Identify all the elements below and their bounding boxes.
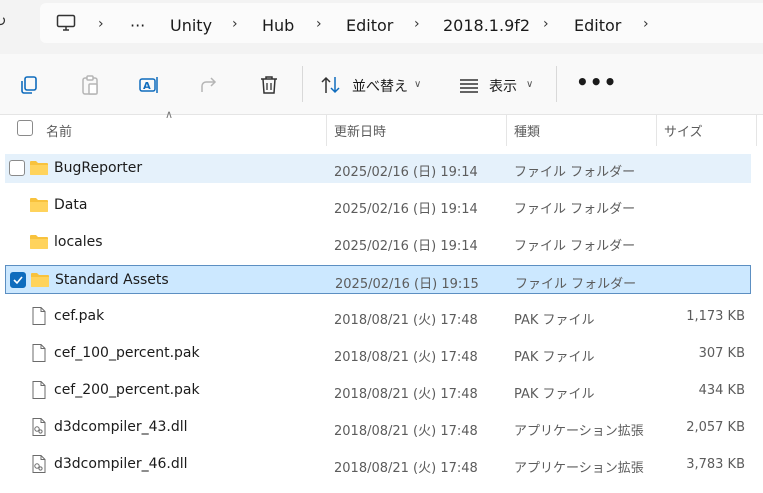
more-options-button[interactable]: ••• [576, 70, 617, 94]
paste-icon[interactable] [79, 74, 101, 96]
copy-icon[interactable] [18, 74, 40, 96]
file-type: PAK ファイル [514, 350, 595, 365]
file-row[interactable]: cef_100_percent.pak 2018/08/21 (火) 17:48 P… [5, 339, 751, 368]
chevron-down-icon: ∨ [526, 79, 534, 90]
file-modified: 2025/02/16 (日) 19:15 [335, 277, 479, 292]
breadcrumb-item-unity[interactable]: Unity [170, 16, 212, 35]
file-modified: 2018/08/21 (火) 17:48 [334, 387, 478, 402]
command-bar: A 並べ替え ∨ 表示 ∨ ••• [0, 54, 763, 115]
file-name: cef.pak [54, 308, 105, 324]
column-header-row: 名前 更新日時 種類 サイズ [0, 114, 763, 146]
file-icon [29, 307, 49, 325]
file-row[interactable]: d3dcompiler_43.dll 2018/08/21 (火) 17:48 アプ… [5, 413, 751, 442]
svg-text:A: A [143, 81, 151, 92]
row-checkbox[interactable] [9, 160, 25, 176]
file-name: d3dcompiler_46.dll [54, 456, 188, 472]
sort-button[interactable]: 並べ替え ∨ [314, 62, 432, 106]
file-icon [29, 344, 49, 362]
file-modified: 2025/02/16 (日) 19:14 [334, 165, 478, 180]
file-row[interactable]: cef.pak 2018/08/21 (火) 17:48 PAK ファイル 1,173… [5, 302, 751, 331]
file-size: 307 KB [698, 346, 745, 361]
file-type: ファイル フォルダー [514, 202, 636, 217]
toolbar-separator [302, 66, 303, 102]
file-size: 2,057 KB [686, 420, 745, 435]
file-modified: 2025/02/16 (日) 19:14 [334, 239, 478, 254]
sort-label: 並べ替え [352, 79, 408, 95]
file-type: アプリケーション拡張 [514, 424, 644, 439]
file-row[interactable]: locales 2025/02/16 (日) 19:14 ファイル フォルダー [5, 228, 751, 257]
delete-icon[interactable] [258, 74, 280, 96]
file-size: 434 KB [698, 383, 745, 398]
folder-icon [29, 233, 49, 251]
folder-icon [30, 271, 50, 289]
computer-icon[interactable] [56, 14, 76, 32]
file-row[interactable]: cef_200_percent.pak 2018/08/21 (火) 17:48 P… [5, 376, 751, 405]
file-row[interactable]: d3dcompiler_46.dll 2018/08/21 (火) 17:48 アプ… [5, 450, 751, 479]
file-modified: 2018/08/21 (火) 17:48 [334, 461, 478, 476]
address-bar[interactable]: › ··· Unity › Hub › Editor › 2018.1.9f2 … [40, 3, 763, 43]
toolbar-separator [556, 66, 557, 102]
chevron-right-icon[interactable]: › [643, 16, 649, 32]
chevron-down-icon: ∨ [414, 79, 422, 90]
column-divider[interactable] [326, 114, 327, 146]
folder-icon [29, 196, 49, 214]
file-modified: 2025/02/16 (日) 19:14 [334, 202, 478, 217]
file-name: cef_200_percent.pak [54, 382, 200, 398]
file-type: ファイル フォルダー [514, 165, 636, 180]
row-checkbox[interactable] [10, 272, 26, 288]
view-button[interactable]: 表示 ∨ [450, 62, 544, 106]
refresh-icon[interactable]: ↻ [0, 12, 12, 34]
file-modified: 2018/08/21 (火) 17:48 [334, 350, 478, 365]
breadcrumb-overflow[interactable]: ··· [130, 16, 145, 35]
dll-file-icon [29, 418, 49, 436]
sort-icon [321, 76, 340, 94]
breadcrumb-item-hub[interactable]: Hub [262, 16, 294, 35]
breadcrumb-item-editor[interactable]: Editor [346, 16, 393, 35]
chevron-right-icon: › [98, 16, 104, 32]
select-all-checkbox[interactable] [17, 120, 33, 136]
chevron-right-icon: › [543, 16, 549, 32]
file-modified: 2018/08/21 (火) 17:48 [334, 424, 478, 439]
column-divider[interactable] [656, 114, 657, 146]
file-size: 3,783 KB [686, 457, 745, 472]
chevron-right-icon: › [232, 16, 238, 32]
file-icon [29, 381, 49, 399]
folder-icon [29, 159, 49, 177]
dll-file-icon [29, 455, 49, 473]
column-header-type[interactable]: 種類 [514, 121, 540, 140]
file-type: PAK ファイル [514, 387, 595, 402]
view-list-icon [460, 79, 478, 93]
file-name: d3dcompiler_43.dll [54, 419, 188, 435]
address-bar-area: ↻ › ··· Unity › Hub › Editor › 2018.1.9f… [0, 0, 763, 54]
file-name: Data [54, 197, 88, 213]
file-size: 1,173 KB [686, 309, 745, 324]
column-header-name[interactable]: 名前 [46, 121, 72, 140]
chevron-right-icon: › [414, 16, 420, 32]
file-modified: 2018/08/21 (火) 17:48 [334, 313, 478, 328]
view-label: 表示 [489, 79, 517, 95]
share-icon[interactable] [198, 74, 220, 96]
column-divider[interactable] [506, 114, 507, 146]
file-type: ファイル フォルダー [515, 277, 637, 292]
file-type: アプリケーション拡張 [514, 461, 644, 476]
column-header-modified[interactable]: 更新日時 [334, 121, 386, 140]
rename-icon[interactable]: A [138, 74, 160, 96]
column-header-size[interactable]: サイズ [664, 121, 703, 140]
file-type: ファイル フォルダー [514, 239, 636, 254]
sort-ascending-icon: ∧ [165, 108, 174, 121]
column-divider[interactable] [756, 114, 757, 146]
chevron-right-icon: › [316, 16, 322, 32]
file-name: BugReporter [54, 160, 143, 176]
file-name: cef_100_percent.pak [54, 345, 200, 361]
file-row[interactable]: BugReporter 2025/02/16 (日) 19:14 ファイル フォルダ… [5, 154, 751, 183]
file-row[interactable]: Data 2025/02/16 (日) 19:14 ファイル フォルダー [5, 191, 751, 220]
breadcrumb-item-version[interactable]: 2018.1.9f2 [443, 16, 530, 35]
file-name: Standard Assets [55, 272, 169, 288]
file-type: PAK ファイル [514, 313, 595, 328]
breadcrumb-item-editor-current[interactable]: Editor [574, 16, 621, 35]
file-name: locales [54, 234, 103, 250]
file-row[interactable]: Standard Assets 2025/02/16 (日) 19:15 ファイル … [5, 265, 751, 294]
